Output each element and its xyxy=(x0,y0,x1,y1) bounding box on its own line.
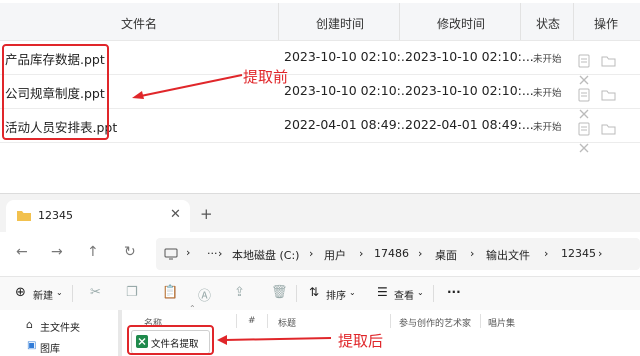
highlight-box-before xyxy=(2,44,109,140)
cut-icon[interactable]: ✂ xyxy=(90,285,101,300)
close-tab-icon[interactable]: ✕ xyxy=(170,207,181,222)
column-divider xyxy=(520,3,521,40)
divider xyxy=(72,285,73,302)
column-divider xyxy=(399,3,400,40)
header-created: 创建时间 xyxy=(316,17,365,31)
chevron-right-icon: › xyxy=(598,247,603,260)
more-options-button[interactable]: ··· xyxy=(447,285,461,299)
chevron-right-icon: › xyxy=(309,247,314,260)
tab-12345[interactable]: 12345 ✕ xyxy=(6,200,190,232)
sidebar-item-home[interactable]: 主文件夹 xyxy=(40,319,80,334)
divider xyxy=(296,285,297,302)
column-number[interactable]: # xyxy=(248,316,256,326)
highlight-box-after xyxy=(127,325,214,355)
chevron-right-icon: › xyxy=(418,247,423,260)
breadcrumb-item[interactable]: 桌面 xyxy=(435,247,457,263)
scrollbar[interactable] xyxy=(118,310,122,356)
tab-title: 12345 xyxy=(38,209,73,222)
rename-icon[interactable]: Ⓐ xyxy=(198,285,211,304)
modified-time: 2022-04-01 08:49:... xyxy=(405,117,534,132)
command-bar: ⊕ 新建 ⌄ ✂ ❐ 📋 Ⓐ ⇪ 🗑 ⇅ 排序 ⌄ ☰ 查看 ⌄ ··· xyxy=(0,276,640,311)
sidebar-item-gallery[interactable]: 图库 xyxy=(40,340,60,355)
new-button[interactable]: 新建 xyxy=(33,287,53,302)
chevron-down-icon: ⌄ xyxy=(349,288,356,297)
document-icon[interactable] xyxy=(578,54,590,68)
chevron-down-icon: ⌄ xyxy=(417,288,424,297)
view-button[interactable]: 查看 xyxy=(394,287,414,302)
up-icon[interactable]: ↑ xyxy=(87,244,99,260)
folder-icon[interactable] xyxy=(601,55,616,67)
sort-up-icon: ⌃ xyxy=(189,304,196,313)
copy-icon[interactable]: ❐ xyxy=(126,285,138,300)
breadcrumb-item[interactable]: 用户 xyxy=(324,247,346,263)
modified-time: 2023-10-10 02:10:... xyxy=(405,49,534,64)
header-action: 操作 xyxy=(594,17,619,31)
forward-icon[interactable]: → xyxy=(51,244,63,260)
header-filename: 文件名 xyxy=(121,17,158,31)
table-header: 文件名 创建时间 修改时间 状态 操作 xyxy=(0,3,640,41)
status-text: 未开始 xyxy=(533,88,562,99)
folder-icon xyxy=(17,211,31,221)
status-text: 未开始 xyxy=(533,122,562,133)
chevron-right-icon: › xyxy=(218,247,223,260)
column-divider xyxy=(480,314,481,328)
annotation-after: 提取后 xyxy=(338,332,384,350)
created-time: 2022-04-01 08:49:... xyxy=(284,117,413,132)
navigation-bar: ← → ↑ ↻ › ··· › 本地磁盘 (C:) › 用户 › 17486 ›… xyxy=(0,232,640,276)
paste-icon[interactable]: 📋 xyxy=(162,285,178,300)
delete-icon[interactable]: 🗑 xyxy=(271,285,288,300)
address-bar[interactable]: › ··· › 本地磁盘 (C:) › 用户 › 17486 › 桌面 › 输出… xyxy=(156,238,640,270)
breadcrumb-item[interactable]: 17486 xyxy=(374,247,409,260)
chevron-down-icon: ⌄ xyxy=(56,288,63,297)
share-icon[interactable]: ⇪ xyxy=(234,285,245,300)
view-icon[interactable]: ☰ xyxy=(377,285,388,299)
folder-icon[interactable] xyxy=(601,123,616,135)
new-tab-icon[interactable]: + xyxy=(200,205,213,223)
column-divider xyxy=(390,314,391,328)
breadcrumb-item[interactable]: 输出文件 xyxy=(486,247,530,263)
chevron-right-icon: › xyxy=(544,247,549,260)
arrow-icon xyxy=(132,74,243,99)
column-divider xyxy=(278,3,279,40)
home-icon: ⌂ xyxy=(26,318,33,331)
header-status: 状态 xyxy=(536,17,561,31)
chevron-right-icon: › xyxy=(359,247,364,260)
document-icon[interactable] xyxy=(578,88,590,102)
document-icon[interactable] xyxy=(578,122,590,136)
column-album[interactable]: 唱片集 xyxy=(488,316,515,329)
chevron-right-icon: › xyxy=(186,246,191,259)
divider xyxy=(433,285,434,302)
created-time: 2023-10-10 02:10:... xyxy=(284,49,413,64)
column-divider xyxy=(236,314,237,328)
folder-icon[interactable] xyxy=(601,89,616,101)
breadcrumb-item[interactable]: 12345 xyxy=(561,247,596,260)
plus-circle-icon[interactable]: ⊕ xyxy=(15,285,26,300)
column-title[interactable]: 标题 xyxy=(278,316,296,329)
annotation-before: 提取前 xyxy=(243,68,289,86)
breadcrumb-item[interactable]: 本地磁盘 (C:) xyxy=(232,247,299,263)
arrow-icon xyxy=(217,335,332,345)
created-time: 2023-10-10 02:10:... xyxy=(284,83,413,98)
header-modified: 修改时间 xyxy=(437,17,486,31)
sort-icon[interactable]: ⇅ xyxy=(309,285,319,299)
sort-button[interactable]: 排序 xyxy=(326,287,346,302)
status-text: 未开始 xyxy=(533,54,562,65)
column-divider xyxy=(573,3,574,40)
modified-time: 2023-10-10 02:10:... xyxy=(405,83,534,98)
back-icon[interactable]: ← xyxy=(16,244,28,260)
monitor-icon xyxy=(164,248,178,260)
breadcrumb-more[interactable]: ··· xyxy=(207,247,218,260)
refresh-icon[interactable]: ↻ xyxy=(124,244,136,260)
gallery-icon: ▣ xyxy=(27,340,37,351)
chevron-right-icon: › xyxy=(470,247,475,260)
column-artist[interactable]: 参与创作的艺术家 xyxy=(399,316,471,329)
close-icon[interactable] xyxy=(578,142,590,154)
navigation-pane: ⌂ 主文件夹 ▣ 图库 xyxy=(0,310,118,356)
column-divider xyxy=(267,314,268,328)
